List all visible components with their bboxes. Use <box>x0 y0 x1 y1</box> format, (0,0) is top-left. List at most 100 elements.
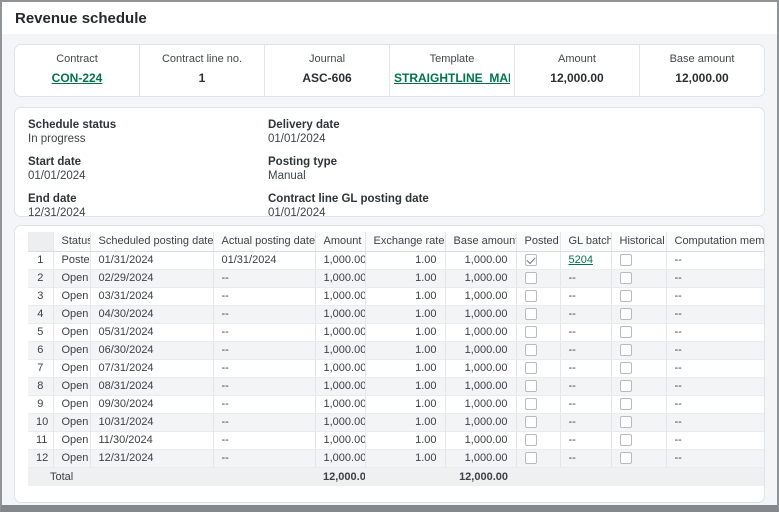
status-cell: Open <box>53 305 90 323</box>
row-number-cell: 10 <box>28 413 53 431</box>
actual-posting-date-cell: -- <box>213 323 315 341</box>
status-cell: Open <box>53 431 90 449</box>
gl-batch-cell: -- <box>560 449 611 467</box>
historical-checkbox[interactable] <box>620 416 632 428</box>
historical-checkbox[interactable] <box>620 308 632 320</box>
historical-checkbox[interactable] <box>620 290 632 302</box>
posted-checkbox[interactable] <box>525 254 537 266</box>
gl-batch-cell: -- <box>560 323 611 341</box>
historical-cell <box>611 377 666 395</box>
amount-cell: 1,000.00 <box>315 449 365 467</box>
posted-checkbox[interactable] <box>525 416 537 428</box>
row-number-cell: 5 <box>28 323 53 341</box>
summary-field: JournalASC-606 <box>264 45 389 96</box>
table-row: 11Open11/30/2024--1,000.001.001,000.00--… <box>28 431 765 449</box>
base-amount-cell: 1,000.00 <box>445 377 516 395</box>
computation-memo-cell: -- <box>666 269 765 287</box>
amount-cell: 1,000.00 <box>315 431 365 449</box>
historical-checkbox[interactable] <box>620 434 632 446</box>
row-number-cell: 12 <box>28 449 53 467</box>
posted-checkbox[interactable] <box>525 272 537 284</box>
posted-checkbox[interactable] <box>525 308 537 320</box>
scheduled-posting-date-cell: 07/31/2024 <box>90 359 213 377</box>
posted-cell <box>516 269 560 287</box>
historical-checkbox[interactable] <box>620 398 632 410</box>
exchange-rate-cell: 1.00 <box>365 323 445 341</box>
amount-cell: 1,000.00 <box>315 395 365 413</box>
posted-checkbox[interactable] <box>525 326 537 338</box>
posted-checkbox[interactable] <box>525 452 537 464</box>
scheduled-posting-date-cell: 06/30/2024 <box>90 341 213 359</box>
historical-checkbox[interactable] <box>620 326 632 338</box>
posted-checkbox[interactable] <box>525 398 537 410</box>
total-label: Total <box>28 467 90 486</box>
computation-memo-cell: -- <box>666 431 765 449</box>
exchange-rate-cell: 1.00 <box>365 395 445 413</box>
revenue-schedule-window: Revenue schedule ContractCON-224Contract… <box>0 0 779 512</box>
page-title: Revenue schedule <box>15 10 764 27</box>
historical-checkbox[interactable] <box>620 344 632 356</box>
gl-batch-link[interactable]: 5204 <box>569 254 593 266</box>
computation-memo-cell: -- <box>666 413 765 431</box>
posted-checkbox[interactable] <box>525 362 537 374</box>
summary-field-link[interactable]: STRAIGHTLINE_MANUA <box>394 71 510 85</box>
historical-checkbox[interactable] <box>620 362 632 374</box>
total-spacer <box>516 467 765 486</box>
details-card: Schedule statusIn progressStart date01/0… <box>14 107 765 217</box>
historical-checkbox[interactable] <box>620 272 632 284</box>
base-amount-cell: 1,000.00 <box>445 251 516 269</box>
historical-cell <box>611 431 666 449</box>
base-amount-cell: 1,000.00 <box>445 449 516 467</box>
summary-field: Base amount12,000.00 <box>639 45 764 96</box>
details-field: End date12/31/2024 <box>28 193 268 219</box>
table-header-row: StatusScheduled posting dateActual posti… <box>28 232 765 251</box>
details-field-label: Schedule status <box>28 119 268 131</box>
actual-posting-date-cell: -- <box>213 269 315 287</box>
base-amount-cell: 1,000.00 <box>445 287 516 305</box>
status-cell: Open <box>53 377 90 395</box>
exchange-rate-cell: 1.00 <box>365 413 445 431</box>
table-row: 1Posted01/31/202401/31/20241,000.001.001… <box>28 251 765 269</box>
historical-checkbox[interactable] <box>620 452 632 464</box>
summary-field: Contract line no.1 <box>139 45 264 96</box>
details-field-label: Start date <box>28 156 268 168</box>
scheduled-posting-date-cell: 03/31/2024 <box>90 287 213 305</box>
historical-checkbox[interactable] <box>620 380 632 392</box>
historical-checkbox[interactable] <box>620 254 632 266</box>
posted-checkbox[interactable] <box>525 434 537 446</box>
posted-checkbox[interactable] <box>525 344 537 356</box>
posted-cell <box>516 395 560 413</box>
gl-batch-cell: 5204 <box>560 251 611 269</box>
table-row: 7Open07/31/2024--1,000.001.001,000.00---… <box>28 359 765 377</box>
posted-cell <box>516 287 560 305</box>
base-amount-cell: 1,000.00 <box>445 269 516 287</box>
computation-memo-cell: -- <box>666 287 765 305</box>
status-cell: Posted <box>53 251 90 269</box>
row-number-cell: 3 <box>28 287 53 305</box>
total-spacer <box>213 467 315 486</box>
status-cell: Open <box>53 413 90 431</box>
historical-cell <box>611 323 666 341</box>
posted-cell <box>516 323 560 341</box>
base-amount-cell: 1,000.00 <box>445 431 516 449</box>
status-cell: Open <box>53 359 90 377</box>
posted-checkbox[interactable] <box>525 290 537 302</box>
summary-field-label: Template <box>394 53 510 65</box>
details-right-column: Delivery date01/01/2024Posting typeManua… <box>268 119 751 230</box>
posted-cell <box>516 413 560 431</box>
historical-cell <box>611 413 666 431</box>
details-field-label: Delivery date <box>268 119 751 131</box>
details-field: Schedule statusIn progress <box>28 119 268 145</box>
scheduled-posting-date-cell: 12/31/2024 <box>90 449 213 467</box>
gl-batch-cell: -- <box>560 413 611 431</box>
summary-field: Amount12,000.00 <box>514 45 639 96</box>
scheduled-posting-date-cell: 05/31/2024 <box>90 323 213 341</box>
posted-checkbox[interactable] <box>525 380 537 392</box>
summary-field-link[interactable]: CON-224 <box>19 71 135 85</box>
column-header-scheduled-posting-date: Scheduled posting date <box>90 232 213 251</box>
gl-batch-cell: -- <box>560 305 611 323</box>
posted-cell <box>516 377 560 395</box>
row-number-cell: 4 <box>28 305 53 323</box>
exchange-rate-cell: 1.00 <box>365 431 445 449</box>
column-header-computation-memo: Computation memo <box>666 232 765 251</box>
